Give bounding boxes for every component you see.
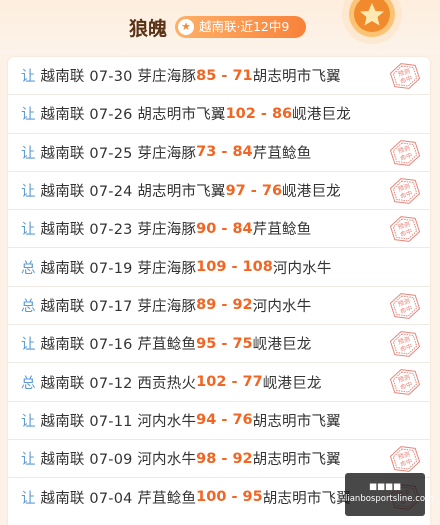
prediction-list: 让越南联 07-30 芽庄海豚 85 - 71 胡志明市飞翼 预测 命中让越南联 07-… bbox=[8, 57, 430, 525]
match-info: 越南联 07-11 河内水牛 bbox=[40, 413, 197, 430]
bet-type-tag: 总 bbox=[21, 260, 36, 277]
medal-star-icon bbox=[342, 0, 402, 44]
list-item[interactable]: 让越南联 07-24 胡志明市飞翼 97 - 76 岘港巨龙 预测 命中 bbox=[8, 172, 430, 211]
match-score: 73 - 84 bbox=[196, 144, 253, 161]
list-item[interactable]: 让越南联 07-26 胡志明市飞翼 102 - 86 岘港巨龙 bbox=[8, 95, 430, 134]
away-team: 胡志明市飞翼 bbox=[262, 490, 351, 507]
watermark-logo-text: ■■■■ bbox=[368, 482, 402, 492]
record-badge-label: 越南联·近12中9 bbox=[199, 19, 290, 34]
match-score: 102 - 77 bbox=[196, 374, 263, 391]
match-score: 100 - 95 bbox=[196, 489, 263, 506]
match-info: 越南联 07-19 芽庄海豚 bbox=[40, 260, 197, 277]
match-score: 85 - 71 bbox=[196, 67, 253, 84]
match-info: 越南联 07-09 河内水牛 bbox=[40, 452, 197, 469]
away-team: 河内水牛 bbox=[252, 298, 312, 315]
bet-type-tag: 让 bbox=[21, 145, 36, 162]
prediction-hit-stamp: 预测命中 bbox=[390, 446, 420, 472]
prediction-hit-stamp: 预测命中 bbox=[390, 63, 420, 89]
page-title: 狼魄 bbox=[129, 18, 168, 40]
bet-type-tag: 让 bbox=[21, 413, 36, 430]
match-info: 越南联 07-25 芽庄海豚 bbox=[40, 145, 197, 162]
bet-type-tag: 总 bbox=[21, 375, 36, 392]
prediction-hit-stamp: 预测命中 bbox=[390, 216, 420, 243]
bet-type-tag: 让 bbox=[21, 69, 36, 86]
bet-type-tag: 让 bbox=[21, 107, 36, 124]
match-score: 102 - 86 bbox=[225, 105, 293, 122]
bet-type-tag: 总 bbox=[21, 298, 36, 315]
prediction-hit-stamp: 预测命中 bbox=[390, 292, 420, 319]
match-info: 越南联 07-30 芽庄海豚 bbox=[40, 69, 197, 86]
star-icon: ★ bbox=[178, 19, 194, 35]
list-item[interactable]: 让越南联 07-30 芽庄海豚 85 - 71 胡志明市飞翼 预测 命中 bbox=[8, 57, 430, 96]
match-score: 98 - 92 bbox=[196, 450, 253, 467]
match-score: 95 - 75 bbox=[196, 335, 253, 352]
prediction-hit-stamp: 预测命中 bbox=[390, 139, 420, 166]
list-item[interactable]: 让越南联 07-23 芽庄海豚 90 - 84 芹苴鲶鱼 预测 命中 bbox=[8, 210, 430, 249]
match-score: 109 - 108 bbox=[196, 259, 273, 276]
match-info: 越南联 07-24 胡志明市飞翼 bbox=[40, 184, 226, 201]
list-item[interactable]: 总越南联 07-17 芽庄海豚 89 - 92 河内水牛 预测 命中 bbox=[8, 287, 430, 326]
away-team: 胡志明市飞翼 bbox=[252, 413, 341, 430]
away-team: 岘港巨龙 bbox=[252, 337, 312, 354]
list-item[interactable]: 总越南联 07-19 芽庄海豚 109 - 108 河内水牛 bbox=[8, 249, 430, 287]
match-score: 89 - 92 bbox=[196, 297, 253, 314]
record-badge: ★ 越南联·近12中9 bbox=[175, 16, 306, 38]
match-info: 越南联 07-12 西贡热火 bbox=[40, 375, 197, 392]
match-score: 94 - 76 bbox=[196, 412, 253, 429]
prediction-hit-stamp: 预测命中 bbox=[390, 178, 420, 204]
match-info: 越南联 07-16 芹苴鲶鱼 bbox=[40, 337, 197, 354]
list-item[interactable]: 总越南联 07-12 西贡热火 102 - 77 岘港巨龙 预测 命中 bbox=[8, 363, 430, 402]
away-team: 胡志明市飞翼 bbox=[252, 452, 341, 469]
away-team: 岘港巨龙 bbox=[292, 107, 351, 124]
away-team: 岘港巨龙 bbox=[282, 184, 341, 201]
bet-type-tag: 让 bbox=[21, 452, 36, 469]
watermark-url: lianbosportsline.com bbox=[345, 494, 434, 504]
match-info: 越南联 07-26 胡志明市飞翼 bbox=[40, 107, 226, 124]
watermark: ■■■■ lianbosportsline.com bbox=[345, 473, 434, 516]
match-score: 90 - 84 bbox=[196, 220, 253, 237]
away-team: 芹苴鲶鱼 bbox=[252, 145, 312, 162]
match-info: 越南联 07-23 芽庄海豚 bbox=[40, 222, 197, 239]
away-team: 岘港巨龙 bbox=[262, 375, 322, 392]
bet-type-tag: 让 bbox=[21, 337, 36, 354]
away-team: 河内水牛 bbox=[272, 260, 332, 277]
list-item[interactable]: 让越南联 07-16 芹苴鲶鱼 95 - 75 岘港巨龙 预测 命中 bbox=[8, 325, 430, 364]
bet-type-tag: 让 bbox=[21, 222, 36, 239]
match-info: 越南联 07-17 芽庄海豚 bbox=[40, 298, 197, 315]
bet-type-tag: 让 bbox=[21, 184, 36, 201]
prediction-hit-stamp: 预测命中 bbox=[390, 331, 420, 357]
match-info: 越南联 07-04 芹苴鲶鱼 bbox=[40, 490, 197, 507]
away-team: 芹苴鲶鱼 bbox=[252, 222, 312, 239]
away-team: 胡志明市飞翼 bbox=[252, 69, 341, 86]
bet-type-tag: 让 bbox=[21, 490, 36, 507]
match-score: 97 - 76 bbox=[225, 182, 283, 199]
list-item[interactable]: 让越南联 07-11 河内水牛 94 - 76 胡志明市飞翼 bbox=[8, 402, 430, 440]
list-item[interactable]: 让越南联 07-25 芽庄海豚 73 - 84 芹苴鲶鱼 预测 命中 bbox=[8, 134, 430, 172]
prediction-hit-stamp: 预测命中 bbox=[390, 369, 420, 396]
header: 狼魄 ★ 越南联·近12中9 bbox=[0, 0, 440, 55]
